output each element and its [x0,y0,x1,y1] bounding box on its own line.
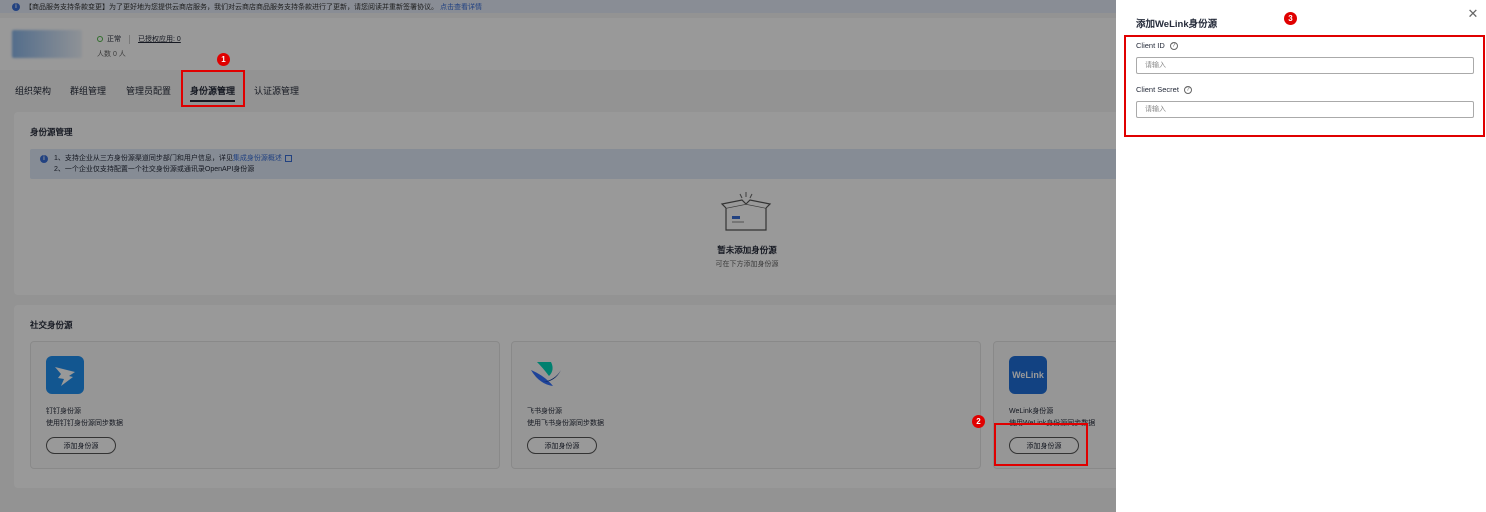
annotation-badge-1: 1 [217,53,230,66]
annotation-box-1 [181,70,245,107]
close-icon[interactable]: ✕ [1466,8,1480,22]
annotation-box-3 [1124,35,1485,137]
annotation-badge-3: 3 [1284,12,1297,25]
modal-overlay[interactable] [0,0,1116,512]
drawer-title: 添加WeLink身份源 [1136,19,1218,30]
annotation-badge-2: 2 [972,415,985,428]
annotation-box-2 [994,423,1088,466]
